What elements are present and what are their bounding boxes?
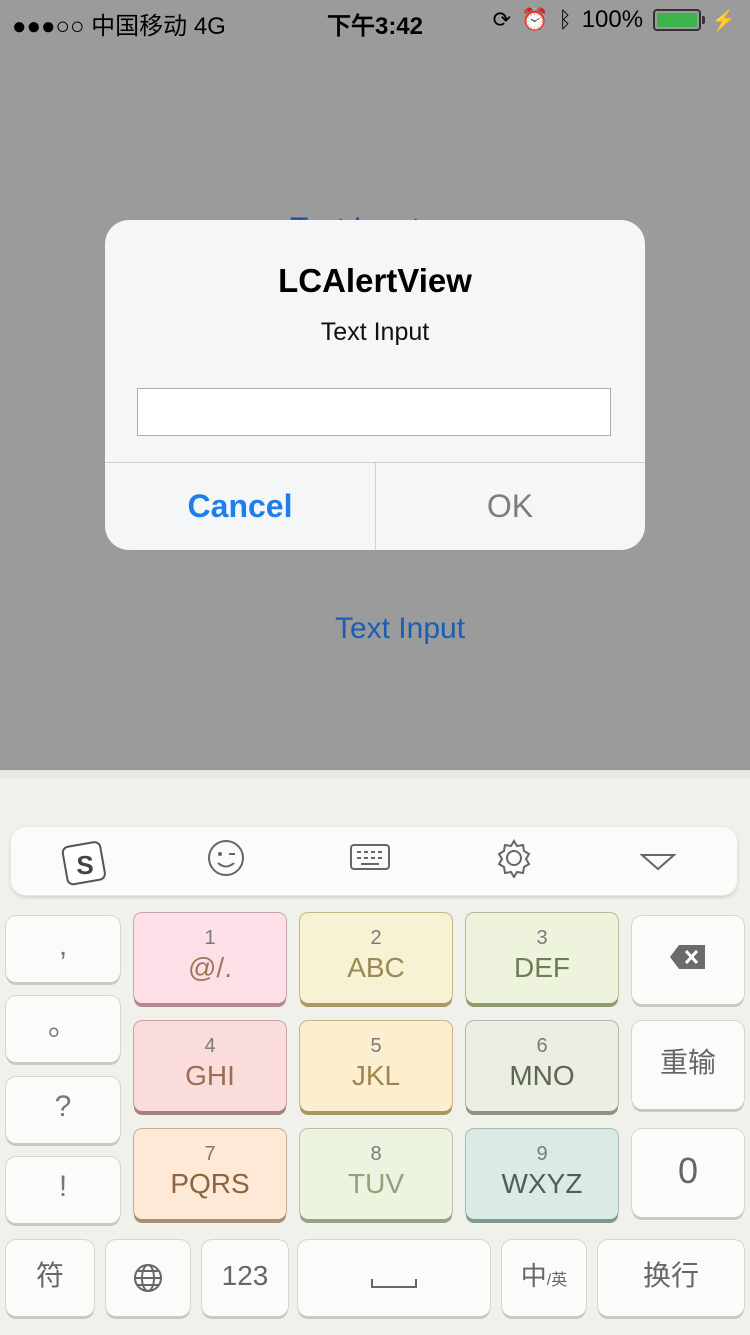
key-letters: WXYZ [501,1168,583,1199]
alert-dialog: LCAlertView Text Input Cancel OK [105,220,645,550]
key-letters: ABC [347,952,405,983]
key-letters: @/. [188,952,232,983]
key-number: 4 [204,1035,216,1057]
key-9[interactable]: 9 WXYZ [466,1129,618,1219]
key-6[interactable]: 6 MNO [466,1021,618,1111]
collapse-keyboard-icon[interactable] [628,838,688,884]
bluetooth-icon: ᛒ [558,7,572,32]
backspace-icon [670,945,705,970]
key-letters: DEF [514,952,570,983]
charging-icon: ⚡ [711,9,736,32]
emoji-icon[interactable] [196,838,256,884]
key-letters: GHI [185,1060,235,1091]
alert-title: LCAlertView [278,262,472,299]
key-7[interactable]: 7 PQRS [134,1129,286,1219]
settings-icon[interactable] [484,838,544,884]
key-letters: PQRS [170,1168,250,1199]
status-bar: ●●●○○ 中国移动 4G 下午3:42 ⟳ ⏰ ᛒ 100% ⚡ [0,0,750,40]
reenter-key[interactable]: 重输 [632,1021,744,1109]
lang-sub-label: /英 [546,1272,568,1289]
key-comma[interactable]: , [6,916,120,982]
space-icon [371,1278,417,1288]
svg-text:S: S [76,850,93,880]
battery-icon [653,9,706,31]
key-exclamation[interactable]: ! [6,1157,120,1223]
key-1[interactable]: 1 @/. [134,913,286,1003]
zero-key[interactable]: 0 [632,1129,744,1217]
key-number: 9 [536,1143,548,1165]
enter-key[interactable]: 换行 [598,1240,744,1316]
key-number: 8 [370,1143,382,1165]
key-4[interactable]: 4 GHI [134,1021,286,1111]
key-number: 5 [370,1035,382,1057]
cancel-button[interactable]: Cancel [105,463,375,550]
key-number: 1 [204,927,216,949]
key-5[interactable]: 5 JKL [300,1021,452,1111]
text-input-button[interactable]: Text Input [300,612,500,646]
keyboard-top-strip [0,771,750,779]
key-number: 2 [370,927,382,949]
key-number: 3 [536,927,548,949]
keyboard-toolbar: S [10,826,738,896]
ok-button[interactable]: OK [375,463,645,550]
key-letters: TUV [348,1168,404,1199]
key-3[interactable]: 3 DEF [466,913,618,1003]
lang-main-label: 中 [520,1261,547,1291]
numbers-key[interactable]: 123 [202,1240,288,1316]
delete-key[interactable] [632,916,744,1004]
key-period[interactable]: 。 [6,996,120,1062]
key-letters: JKL [351,1060,401,1091]
key-letters: MNO [509,1060,575,1091]
symbols-key[interactable]: 符 [6,1240,94,1316]
globe-key[interactable] [106,1240,190,1316]
alert-text-input[interactable] [137,388,611,436]
orientation-lock-icon: ⟳ [492,7,512,32]
alarm-icon: ⏰ [521,7,549,32]
battery-percent: 100% [581,6,644,33]
key-8[interactable]: 8 TUV [300,1129,452,1219]
keyboard-icon[interactable] [340,838,400,884]
key-2[interactable]: 2 ABC [300,913,452,1003]
alert-message: Text Input [320,318,430,346]
key-number: 7 [204,1143,216,1165]
space-key[interactable] [298,1240,490,1316]
status-right: ⟳ ⏰ ᛒ 100% ⚡ [493,6,736,34]
globe-icon [134,1263,162,1292]
key-question[interactable]: ? [6,1077,120,1143]
language-toggle-key[interactable]: 中/英 [502,1240,586,1316]
sogou-logo-icon[interactable]: S [55,838,115,886]
key-number: 6 [536,1035,548,1057]
